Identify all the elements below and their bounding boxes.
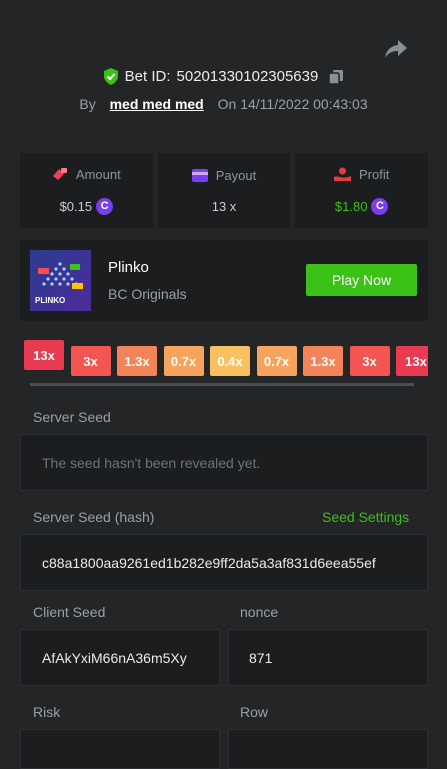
by-label: By [79,96,96,112]
coin-icon: C [96,197,114,215]
server-hash-label: Server Seed (hash) [33,509,155,525]
multiplier-chip: 1.3x [117,346,157,376]
nonce-label: nonce [240,604,279,620]
play-now-button[interactable]: Play Now [306,264,417,296]
coin-icon: C [371,197,389,215]
multiplier-chip: 13x [24,340,64,370]
profit-value: $1.80 [334,198,368,214]
payout-card-icon [191,168,208,182]
profit-card: Profit $1.80 C [295,153,429,228]
amount-value: $0.15 [59,198,93,214]
row-label: Row [240,704,269,720]
username-link[interactable]: med med med [110,96,204,112]
amount-card: Amount $0.15 C [20,153,153,228]
multiplier-chip: 0.7x [256,346,297,376]
multiplier-chip: 1.3x [303,346,343,376]
copy-icon[interactable] [328,69,344,85]
plinko-thumbnail[interactable]: PLINKO [30,250,91,311]
client-seed-label: Client Seed [33,604,106,620]
share-icon[interactable] [384,38,408,60]
amount-label: Amount [75,166,121,182]
multiplier-divider [30,383,414,386]
server-seed-label: Server Seed [33,409,111,425]
payout-value: 13 x [211,198,237,214]
seed-settings-link[interactable]: Seed Settings [322,509,409,525]
risk-label: Risk [33,704,61,720]
bet-id-value: 50201330102305639 [176,68,319,85]
payout-label: Payout [215,167,257,183]
multiplier-chip: 3x [349,346,390,376]
bet-id-label: Bet ID: [124,68,171,85]
game-card: PLINKO Plinko BC Originals Play Now [20,240,428,321]
payout-card: Payout 13 x [157,153,291,228]
bet-stats: Amount $0.15 C Payout 13 x Profit $1.80 … [20,153,429,228]
server-seed-field[interactable]: The seed hasn't been revealed yet. [20,434,428,491]
multiplier-row: 13x 3x 1.3x 0.7x 0.4x 0.7x 1.3x 3x 13x [24,340,428,380]
amount-icon [52,168,67,180]
risk-field[interactable] [20,729,220,769]
author-row: By med med med On 14/11/2022 00:43:03 [0,96,447,112]
nonce-field[interactable]: 871 [228,629,428,686]
multiplier-chip: 3x [70,346,111,376]
game-provider: BC Originals [108,286,187,302]
profit-label: Profit [359,166,390,182]
multiplier-chip: 0.4x [210,346,250,376]
game-name: Plinko [108,259,149,276]
multiplier-chip: 13x [396,346,428,376]
multiplier-chip: 0.7x [163,346,204,376]
server-hash-field[interactable]: c88a1800aa9261ed1b282e9ff2da5a3af831d6ee… [20,534,428,591]
bet-datetime: 14/11/2022 00:43:03 [240,96,368,112]
bet-id-row: Bet ID: 50201330102305639 [0,68,447,85]
verified-shield-icon [103,68,118,85]
on-label: On [217,96,237,112]
profit-icon [334,167,351,181]
thumb-label: PLINKO [35,296,66,305]
row-field[interactable] [228,729,428,769]
client-seed-field[interactable]: AfAkYxiM66nA36m5Xy [20,629,220,686]
